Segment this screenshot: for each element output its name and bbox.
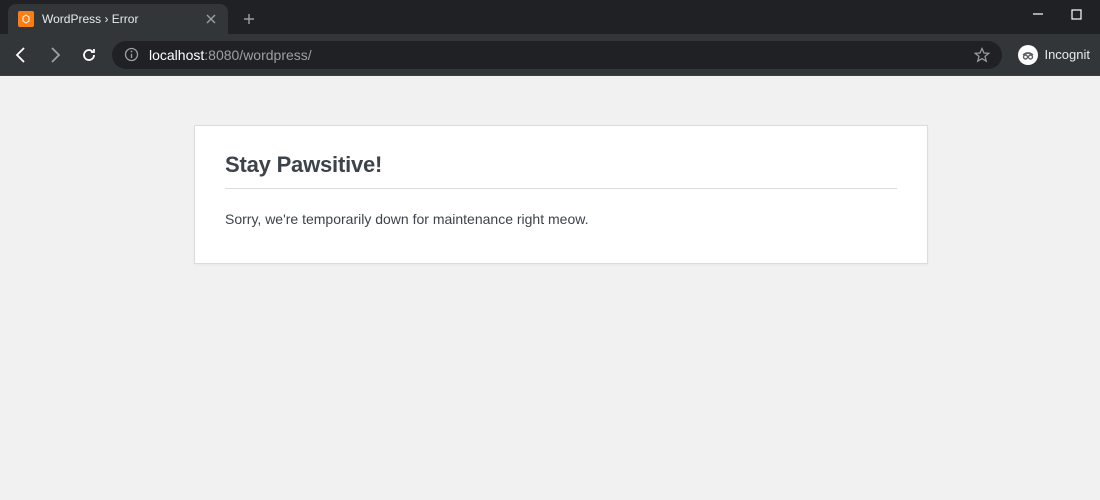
error-card: Stay Pawsitive! Sorry, we're temporarily… [194,125,928,264]
url-path: :8080/wordpress/ [204,47,311,63]
back-button[interactable] [10,44,32,66]
address-bar[interactable]: localhost:8080/wordpress/ [112,41,1002,69]
bookmark-star-icon[interactable] [974,47,990,63]
incognito-icon [1018,45,1038,65]
reload-button[interactable] [78,44,100,66]
page-viewport: Stay Pawsitive! Sorry, we're temporarily… [0,76,1100,500]
window-minimize-icon[interactable] [1032,8,1044,20]
browser-tab[interactable]: WordPress › Error [8,4,228,34]
new-tab-button[interactable] [236,6,262,32]
browser-titlebar: WordPress › Error [0,0,1100,34]
forward-button[interactable] [44,44,66,66]
incognito-indicator[interactable]: Incognit [1018,45,1090,65]
tab-close-icon[interactable] [204,12,218,26]
error-message: Sorry, we're temporarily down for mainte… [225,211,897,227]
tab-title: WordPress › Error [42,12,196,26]
window-maximize-icon[interactable] [1070,8,1082,20]
browser-toolbar: localhost:8080/wordpress/ Incognit [0,34,1100,76]
window-controls [1032,0,1100,34]
site-info-icon[interactable] [124,47,139,62]
url-text: localhost:8080/wordpress/ [149,47,312,63]
tab-favicon-icon [18,11,34,27]
error-heading: Stay Pawsitive! [225,152,897,189]
incognito-label: Incognit [1044,47,1090,62]
url-host: localhost [149,47,204,63]
